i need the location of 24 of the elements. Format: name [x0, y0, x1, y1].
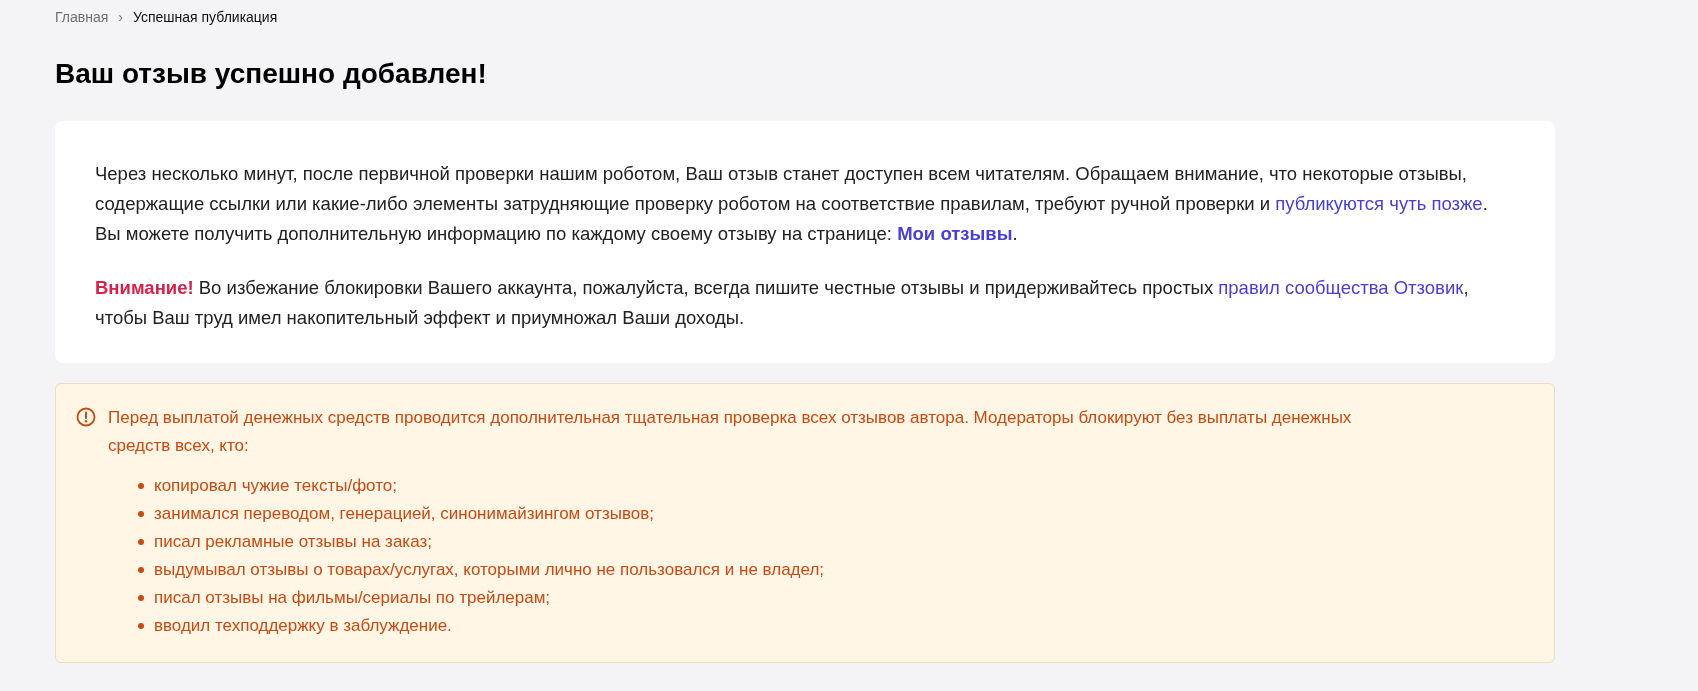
- bullet-icon: [138, 595, 144, 601]
- bullet-icon: [138, 539, 144, 545]
- my-reviews-link[interactable]: Мои отзывы: [897, 223, 1013, 244]
- breadcrumb-link[interactable]: Главная: [55, 9, 109, 25]
- warning-list-item: выдумывал отзывы о товарах/услугах, которыми лично не пользовался и не владел;: [154, 559, 825, 581]
- bullet-icon: [138, 511, 144, 517]
- warning-list-item: писал рекламные отзывы на заказ;: [154, 531, 432, 553]
- warning-list-item: занимался переводом, генерацией, синонимайзингом отзывов;: [154, 503, 654, 525]
- warning-list-item: копировал чужие тексты/фото;: [154, 475, 397, 497]
- info-paragraph: Внимание! Во избежание блокировки Вашего аккаунта, пожалуйста, всегда пишите честные отзывы и придерживайтесь простых правил сообщества Отзовик, чтобы Ваш труд имел накопительный эффект и приумножал Ваши доходы.: [95, 276, 1470, 330]
- inline-link[interactable]: правил сообщества Отзовик: [1218, 277, 1464, 298]
- bullet-icon: [138, 483, 144, 489]
- warning-list-item: писал отзывы на фильмы/сериалы по трейлерам;: [154, 587, 551, 609]
- inline-link[interactable]: публикуются чуть позже: [1275, 193, 1483, 214]
- info-paragraph: Через несколько минут, после первичной проверки нашим роботом, Ваш отзыв станет доступен всем читателям. Обращаем внимание, что некоторые отзывы, содержащие ссылки или какие-либо элементы затрудняющие проверку роботом на соответствие правилам, требуют ручной проверки и публикуются чуть позже. Вы можете получить дополнительную информацию по каждому своему отзыву на странице: Мои отзывы.: [95, 162, 1489, 246]
- warning-list-item: вводил техподдержку в заблуждение.: [154, 615, 452, 637]
- exclamation-circle-icon: [76, 407, 96, 427]
- bullet-icon: [138, 623, 144, 629]
- breadcrumb-separator: ›: [118, 9, 123, 25]
- current-page-label: Успешная публикация: [132, 9, 278, 25]
- page-title: Ваш отзыв успешно добавлен!: [55, 57, 488, 91]
- bullet-icon: [138, 567, 144, 573]
- warning-label: Внимание!: [95, 277, 194, 298]
- warning-text: Перед выплатой денежных средств проводится дополнительная тщательная проверка всех отзывов автора. Модераторы блокируют без выплаты денежных средств всех, кто:: [108, 407, 1353, 457]
